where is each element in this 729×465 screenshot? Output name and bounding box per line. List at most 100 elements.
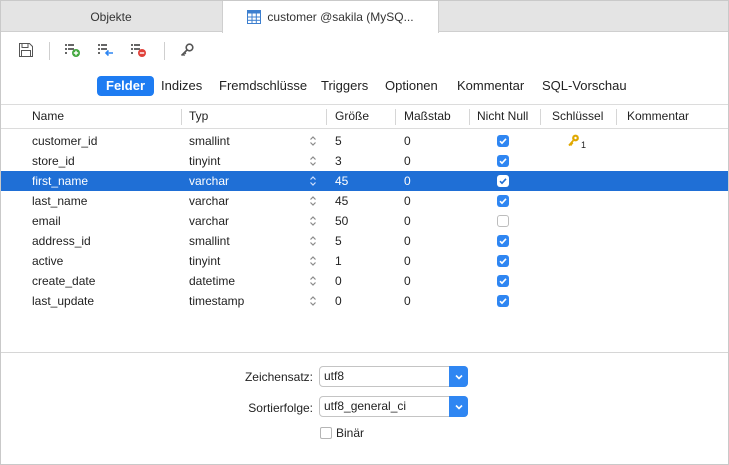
field-size-cell[interactable]: 45 — [335, 191, 348, 211]
table-row[interactable]: address_id smallint 5 0 — [1, 231, 728, 251]
table-row[interactable]: active tinyint 1 0 — [1, 251, 728, 271]
field-type-cell[interactable]: timestamp — [189, 291, 244, 311]
add-field-button[interactable] — [63, 41, 83, 61]
not-null-checkbox[interactable] — [497, 255, 509, 267]
table-row[interactable]: customer_id smallint 5 0 1 — [1, 131, 728, 151]
table-row[interactable]: create_date datetime 0 0 — [1, 271, 728, 291]
primary-key-button[interactable] — [177, 41, 197, 61]
field-size-cell[interactable]: 45 — [335, 171, 348, 191]
table-row[interactable]: last_update timestamp 0 0 — [1, 291, 728, 311]
field-name-cell[interactable]: create_date — [32, 271, 95, 291]
charset-label: Zeichensatz: — [244, 370, 313, 384]
field-scale-cell[interactable]: 0 — [404, 251, 411, 271]
tab-fields[interactable]: Felder — [97, 76, 155, 96]
field-type-cell[interactable]: varchar — [189, 171, 229, 191]
type-stepper-icon[interactable] — [309, 134, 317, 148]
field-name-cell[interactable]: first_name — [32, 171, 88, 191]
tab-triggers[interactable]: Triggers — [315, 76, 374, 96]
field-scale-cell[interactable]: 0 — [404, 151, 411, 171]
tab-customer-table[interactable]: customer @sakila (MySQ... — [222, 1, 439, 33]
table-row[interactable]: first_name varchar 45 0 — [1, 171, 728, 191]
type-stepper-icon[interactable] — [309, 234, 317, 248]
column-header-not-null[interactable]: Nicht Null — [477, 105, 528, 128]
not-null-checkbox[interactable] — [497, 275, 509, 287]
insert-field-button[interactable] — [96, 41, 116, 61]
type-stepper-icon[interactable] — [309, 154, 317, 168]
column-separator[interactable] — [395, 109, 396, 125]
type-stepper-icon[interactable] — [309, 294, 317, 308]
field-scale-cell[interactable]: 0 — [404, 231, 411, 251]
field-name-cell[interactable]: store_id — [32, 151, 75, 171]
field-name-cell[interactable]: last_name — [32, 191, 87, 211]
table-row[interactable]: last_name varchar 45 0 — [1, 191, 728, 211]
field-name-cell[interactable]: address_id — [32, 231, 91, 251]
type-stepper-icon[interactable] — [309, 174, 317, 188]
field-type-cell[interactable]: tinyint — [189, 151, 220, 171]
designer-subtabs: Felder Indizes Fremdschlüsse Triggers Op… — [1, 73, 728, 99]
column-separator[interactable] — [540, 109, 541, 125]
tab-objects[interactable]: Objekte — [1, 1, 221, 32]
not-null-checkbox[interactable] — [497, 215, 509, 227]
field-scale-cell[interactable]: 0 — [404, 271, 411, 291]
not-null-checkbox[interactable] — [497, 175, 509, 187]
column-header-key[interactable]: Schlüssel — [552, 105, 603, 128]
field-size-cell[interactable]: 0 — [335, 291, 342, 311]
type-stepper-icon[interactable] — [309, 194, 317, 208]
column-separator[interactable] — [326, 109, 327, 125]
collation-select[interactable]: utf8_general_ci — [319, 396, 468, 417]
field-size-cell[interactable]: 1 — [335, 251, 342, 271]
tab-indexes[interactable]: Indizes — [155, 76, 208, 96]
field-type-cell[interactable]: tinyint — [189, 251, 220, 271]
column-separator[interactable] — [469, 109, 470, 125]
field-size-cell[interactable]: 5 — [335, 131, 342, 151]
field-size-cell[interactable]: 0 — [335, 271, 342, 291]
column-header-type[interactable]: Typ — [189, 105, 208, 128]
not-null-checkbox[interactable] — [497, 195, 509, 207]
type-stepper-icon[interactable] — [309, 274, 317, 288]
primary-key-icon — [179, 42, 195, 61]
field-scale-cell[interactable]: 0 — [404, 211, 411, 231]
column-separator[interactable] — [181, 109, 182, 125]
column-header-size[interactable]: Größe — [335, 105, 369, 128]
chevron-down-icon[interactable] — [449, 396, 468, 417]
field-scale-cell[interactable]: 0 — [404, 191, 411, 211]
charset-select[interactable]: utf8 — [319, 366, 468, 387]
field-scale-cell[interactable]: 0 — [404, 171, 411, 191]
field-name-cell[interactable]: last_update — [32, 291, 94, 311]
tab-options[interactable]: Optionen — [379, 76, 444, 96]
field-type-cell[interactable]: varchar — [189, 191, 229, 211]
not-null-checkbox[interactable] — [497, 135, 509, 147]
column-separator[interactable] — [616, 109, 617, 125]
type-stepper-icon[interactable] — [309, 214, 317, 228]
table-row[interactable]: store_id tinyint 3 0 — [1, 151, 728, 171]
field-type-cell[interactable]: smallint — [189, 231, 230, 251]
binary-checkbox[interactable] — [320, 427, 332, 439]
column-header-scale[interactable]: Maßstab — [404, 105, 451, 128]
not-null-checkbox[interactable] — [497, 295, 509, 307]
chevron-down-icon[interactable] — [449, 366, 468, 387]
not-null-checkbox[interactable] — [497, 235, 509, 247]
column-header-name[interactable]: Name — [32, 105, 64, 128]
table-row[interactable]: email varchar 50 0 — [1, 211, 728, 231]
field-name-cell[interactable]: customer_id — [32, 131, 97, 151]
save-button[interactable] — [16, 41, 36, 61]
tab-sql-preview[interactable]: SQL-Vorschau — [536, 76, 633, 96]
table-icon — [247, 10, 262, 24]
field-name-cell[interactable]: email — [32, 211, 61, 231]
type-stepper-icon[interactable] — [309, 254, 317, 268]
field-scale-cell[interactable]: 0 — [404, 131, 411, 151]
field-type-cell[interactable]: varchar — [189, 211, 229, 231]
binary-label: Binär — [336, 426, 365, 440]
not-null-checkbox[interactable] — [497, 155, 509, 167]
field-size-cell[interactable]: 50 — [335, 211, 348, 231]
field-size-cell[interactable]: 5 — [335, 231, 342, 251]
delete-field-button[interactable] — [129, 41, 149, 61]
field-name-cell[interactable]: active — [32, 251, 63, 271]
field-size-cell[interactable]: 3 — [335, 151, 342, 171]
field-scale-cell[interactable]: 0 — [404, 291, 411, 311]
tab-foreign-keys[interactable]: Fremdschlüsse — [213, 76, 313, 96]
field-type-cell[interactable]: smallint — [189, 131, 230, 151]
column-header-comment[interactable]: Kommentar — [627, 105, 689, 128]
field-type-cell[interactable]: datetime — [189, 271, 235, 291]
tab-comment[interactable]: Kommentar — [451, 76, 530, 96]
